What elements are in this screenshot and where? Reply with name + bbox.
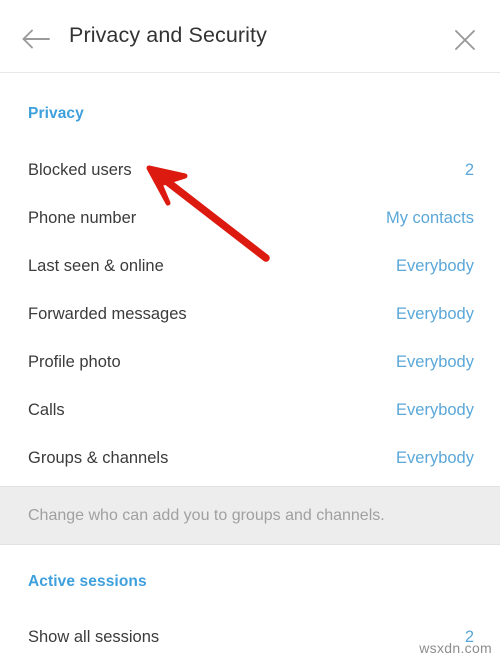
row-value: Everybody (396, 353, 474, 371)
row-profile-photo[interactable]: Profile photo Everybody (0, 340, 500, 388)
row-label: Last seen & online (28, 257, 164, 275)
row-calls[interactable]: Calls Everybody (0, 388, 500, 436)
row-forwarded-messages[interactable]: Forwarded messages Everybody (0, 292, 500, 340)
row-value: 2 (464, 161, 474, 179)
row-value: Everybody (396, 401, 474, 419)
row-label: Phone number (28, 209, 137, 227)
row-phone-number[interactable]: Phone number My contacts (0, 196, 500, 244)
watermark: wsxdn.com (419, 640, 492, 656)
privacy-note-band: Change who can add you to groups and cha… (0, 486, 500, 545)
close-icon[interactable] (452, 27, 478, 53)
row-value: Everybody (396, 257, 474, 275)
section-title-privacy: Privacy (28, 105, 84, 122)
row-label: Show all sessions (28, 628, 160, 646)
arrow-left-icon[interactable] (21, 26, 51, 52)
row-value: My contacts (385, 209, 474, 227)
privacy-note-text: Change who can add you to groups and cha… (28, 507, 385, 524)
row-label: Groups & channels (28, 449, 169, 467)
row-blocked-users[interactable]: Blocked users 2 (0, 148, 500, 196)
row-label: Profile photo (28, 353, 121, 371)
row-label: Blocked users (28, 161, 132, 179)
row-last-seen-and-online[interactable]: Last seen & online Everybody (0, 244, 500, 292)
row-groups-and-channels[interactable]: Groups & channels Everybody (0, 436, 500, 484)
privacy-and-security-panel: Privacy and Security Privacy Blocked use… (0, 0, 500, 659)
page-title: Privacy and Security (69, 23, 267, 47)
row-value: Everybody (396, 449, 474, 467)
row-label: Forwarded messages (28, 305, 187, 323)
panel-header: Privacy and Security (0, 0, 500, 73)
section-title-active-sessions: Active sessions (28, 573, 147, 590)
row-value: Everybody (396, 305, 474, 323)
row-label: Calls (28, 401, 65, 419)
